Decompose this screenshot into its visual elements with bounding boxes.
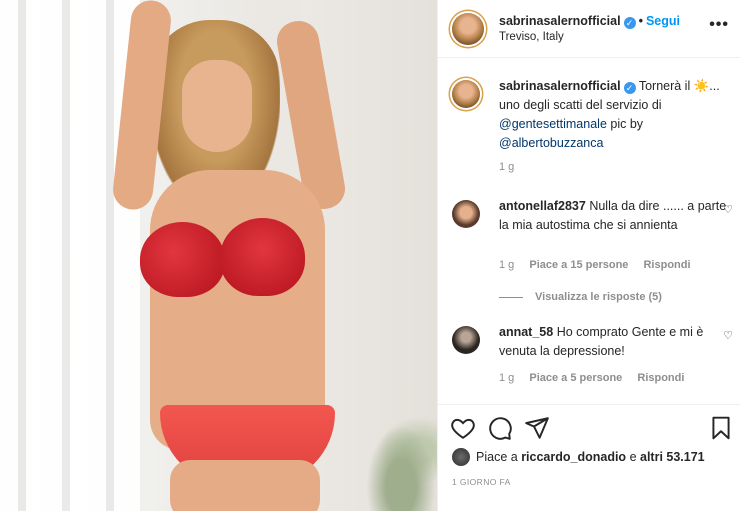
likes-middle: e: [629, 450, 637, 464]
author-username[interactable]: sabrinasalernofficial: [499, 14, 621, 28]
replies-line: [499, 296, 523, 298]
comment-bubble-icon[interactable]: [487, 415, 513, 441]
post-actions: [438, 404, 740, 454]
post-header: sabrinasalernofficial ✓ • Segui Treviso, It…: [438, 0, 740, 58]
mention-gentesettimanale[interactable]: @gentesettimanale: [499, 117, 607, 131]
likes-summary: Piace a riccardo_donadio e altri 53.171: [452, 448, 705, 466]
author-avatar[interactable]: [452, 13, 484, 45]
like-comment-heart-icon[interactable]: ♡: [723, 203, 733, 216]
likes-prefix: Piace a: [476, 450, 518, 464]
comment-username[interactable]: annat_58: [499, 325, 553, 339]
caption-time: 1 g: [499, 161, 515, 173]
model-figure: [111, 0, 360, 511]
post-sidebar: sabrinasalernofficial ✓ • Segui Treviso, It…: [437, 0, 740, 511]
liker-avatar[interactable]: [452, 448, 470, 466]
more-options-icon[interactable]: •••: [709, 16, 729, 34]
caption-text-2: uno degli scatti del servizio di: [499, 98, 662, 112]
caption-avatar[interactable]: [452, 80, 480, 108]
reply-button[interactable]: Rispondi: [637, 372, 684, 384]
verified-badge-icon: ✓: [623, 82, 636, 94]
likes-others-link[interactable]: altri 53.171: [640, 450, 705, 464]
caption-text-3: pic by: [606, 117, 644, 131]
mention-albertobuzzanca[interactable]: @albertobuzzanca: [499, 136, 603, 150]
comment-likes-link[interactable]: Piace a 5 persone: [529, 372, 622, 384]
share-send-icon[interactable]: [524, 415, 550, 441]
commenter-avatar[interactable]: [452, 326, 480, 354]
reply-button[interactable]: Rispondi: [643, 259, 690, 271]
follow-button[interactable]: Segui: [646, 14, 680, 28]
save-bookmark-icon[interactable]: [708, 415, 734, 441]
verified-badge-icon: ✓: [623, 17, 636, 29]
location-link[interactable]: Treviso, Italy: [499, 31, 564, 43]
comment-likes-link[interactable]: Piace a 15 persone: [529, 259, 628, 271]
liker-username[interactable]: riccardo_donadio: [521, 450, 626, 464]
plant: [347, 391, 437, 511]
caption-username[interactable]: sabrinasalernofficial: [499, 79, 621, 93]
comments-section[interactable]: sabrinasalernofficial ✓ Tornerà il ☀️... …: [438, 59, 740, 404]
commenter-avatar[interactable]: [452, 200, 480, 228]
like-heart-icon[interactable]: [450, 415, 476, 441]
caption-text: Tornerà il ☀️...: [638, 79, 720, 93]
like-comment-heart-icon[interactable]: ♡: [723, 329, 733, 342]
post-timestamp[interactable]: 1 GIORNO FA: [452, 477, 511, 487]
comment-time: 1 g: [499, 372, 515, 384]
comment-username[interactable]: antonellaf2837: [499, 199, 586, 213]
view-replies-label: Visualizza le risposte (5): [535, 291, 662, 303]
view-replies-button[interactable]: Visualizza le risposte (5): [499, 291, 662, 303]
separator-dot: •: [638, 14, 643, 28]
post-photo[interactable]: [0, 0, 437, 511]
comment-time: 1 g: [499, 259, 515, 271]
curtain: [0, 0, 140, 511]
